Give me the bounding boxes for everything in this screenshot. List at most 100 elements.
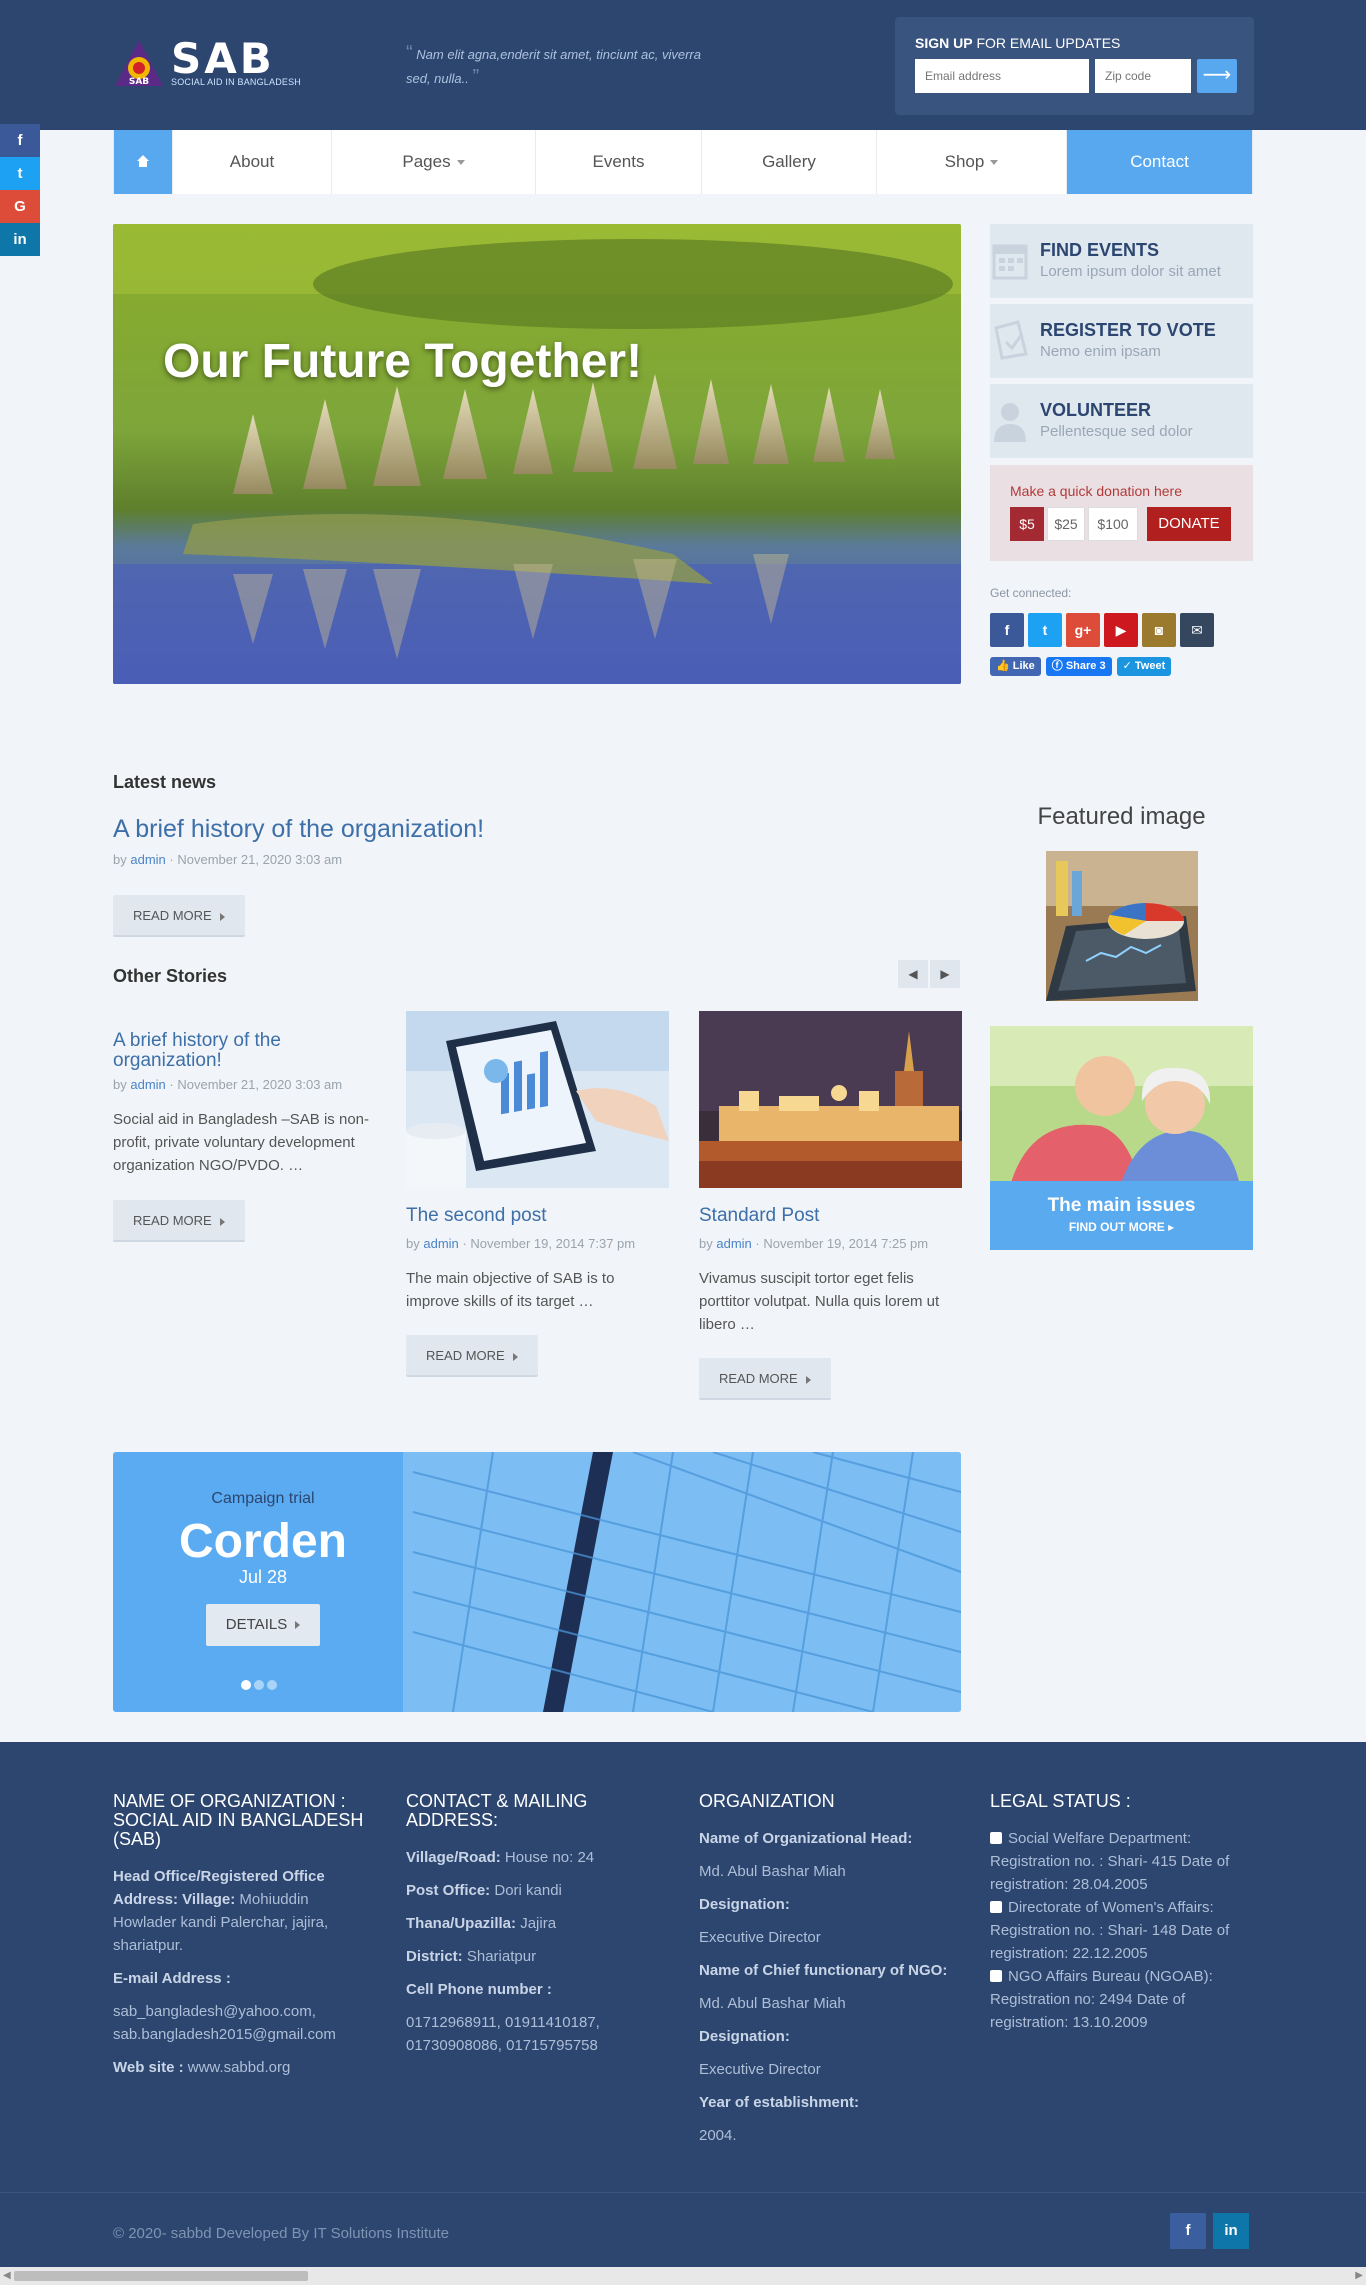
scroll-left-icon[interactable]: ◀ (3, 2270, 11, 2281)
latest-news-meta: by admin · November 21, 2020 3:03 am (113, 852, 342, 867)
donation-amount-25[interactable]: $25 (1047, 507, 1085, 541)
nav-pages-label: Pages (402, 152, 451, 171)
nav-events[interactable]: Events (536, 130, 702, 194)
footer-email-value[interactable]: sab_bangladesh@yahoo.com, sab.bangladesh… (113, 2000, 376, 2046)
find-out-more-label: FIND OUT MORE (1068, 1220, 1165, 1234)
story-title[interactable]: The second post (406, 1206, 669, 1226)
footer-district: District: Shariatpur (406, 1945, 669, 1968)
facebook-icon: ⓕ (1051, 660, 1066, 672)
other-stories-heading: Other Stories (113, 966, 228, 986)
stories-next-button[interactable]: ▶ (930, 960, 960, 988)
float-google-plus-button[interactable]: G (0, 190, 40, 223)
nav-pages[interactable]: Pages (332, 130, 536, 194)
float-linkedin-button[interactable]: in (0, 223, 40, 256)
slider-dot[interactable] (254, 1680, 264, 1690)
campaign-banner[interactable]: Campaign trial Corden Jul 28 DETAILS (113, 1452, 961, 1712)
story-image[interactable] (406, 1011, 669, 1188)
footer-facebook-button[interactable]: f (1170, 2213, 1206, 2249)
author-link[interactable]: admin (130, 1077, 165, 1092)
featured-image[interactable] (1046, 851, 1198, 1001)
footer-designation-value: Executive Director (699, 1929, 821, 1946)
find-out-more-link[interactable]: FIND OUT MORE ▸ (990, 1220, 1253, 1234)
hero-slider[interactable]: Our Future Together! (113, 224, 961, 684)
story-image[interactable] (699, 1011, 962, 1188)
widget-find-events[interactable]: FIND EVENTS Lorem ipsum dolor sit amet (990, 224, 1253, 298)
story-read-more-button[interactable]: READ MORE (406, 1335, 538, 1377)
home-icon (137, 155, 149, 167)
nav-contact[interactable]: Contact (1067, 130, 1252, 194)
google-plus-icon: G (14, 198, 26, 215)
tweet-button[interactable]: ✓ Tweet (1116, 657, 1172, 676)
story-excerpt: Social aid in Bangladesh –SAB is non-pro… (113, 1111, 369, 1174)
thana-label: Thana/Upazilla: (406, 1915, 517, 1932)
zip-code-input[interactable] (1095, 59, 1191, 93)
main-issues-card[interactable]: The main issues FIND OUT MORE ▸ (990, 1026, 1253, 1250)
youtube-icon: ▶ (1115, 622, 1127, 638)
get-connected-label: Get connected: (990, 586, 1072, 600)
scroll-right-icon[interactable]: ▶ (1355, 2270, 1363, 2281)
facebook-button[interactable]: f (990, 613, 1024, 647)
donate-button[interactable]: DONATE (1147, 507, 1231, 541)
legal-item: Directorate of Women's Affairs: Registra… (990, 1896, 1253, 1965)
caret-right-icon (805, 1375, 811, 1384)
story-title[interactable]: Standard Post (699, 1206, 962, 1226)
author-link[interactable]: admin (716, 1236, 751, 1251)
caret-right-icon (219, 1217, 225, 1226)
latest-read-more-button[interactable]: READ MORE (113, 895, 245, 937)
slider-dot[interactable] (241, 1680, 251, 1690)
scrollbar-thumb[interactable] (14, 2271, 308, 2281)
site-footer: NAME OF ORGANIZATION : SOCIAL AID IN BAN… (0, 1742, 1366, 2285)
story-read-more-button[interactable]: READ MORE (113, 1200, 245, 1242)
campaign-details-button[interactable]: DETAILS (205, 1604, 321, 1646)
email-button[interactable]: ✉ (1180, 613, 1214, 647)
meta-by: by (113, 852, 127, 867)
donation-amount-100[interactable]: $100 (1088, 507, 1138, 541)
slider-dot[interactable] (267, 1680, 277, 1690)
footer-heading: LEGAL STATUS : (990, 1791, 1131, 1811)
instagram-button[interactable]: ◙ (1142, 613, 1176, 647)
nav-shop[interactable]: Shop (877, 130, 1067, 194)
story-read-more-button[interactable]: READ MORE (699, 1358, 831, 1400)
web-value[interactable]: www.sabbd.org (184, 2059, 291, 2076)
widget-volunteer[interactable]: VOLUNTEER Pellentesque sed dolor (990, 384, 1253, 458)
nav-about[interactable]: About (173, 130, 332, 194)
stories-prev-button[interactable]: ◀ (898, 960, 928, 988)
story-meta: by admin · November 19, 2014 7:37 pm (406, 1236, 635, 1251)
campaign-name: Corden (179, 1515, 347, 1568)
legal-item: NGO Affairs Bureau (NGOAB): Registration… (990, 1965, 1253, 2034)
chevron-down-icon (456, 160, 465, 166)
footer-phone-value: 01712968911, 01911410187, 01730908086, 0… (406, 2014, 600, 2054)
latest-news-title[interactable]: A brief history of the organization! (113, 815, 484, 844)
horizontal-scrollbar[interactable]: ◀ ▶ (0, 2267, 1366, 2285)
campaign-date: Jul 28 (238, 1567, 288, 1587)
nav-home[interactable] (114, 130, 173, 194)
phone-label: Cell Phone number : (406, 1981, 552, 1998)
donation-amount-5[interactable]: $5 (1010, 507, 1044, 541)
quote-open-icon: “ (406, 42, 413, 64)
thana-value: Jajira (516, 1915, 557, 1932)
social-icons: f t g+ ▶ ◙ ✉ (990, 613, 1218, 647)
google-plus-button[interactable]: g+ (1066, 613, 1100, 647)
read-more-label: READ MORE (133, 1213, 212, 1228)
nav-gallery[interactable]: Gallery (702, 130, 877, 194)
top-header: SAB SAB SOCIAL AID IN BANGLADESH “ Nam e… (0, 0, 1366, 130)
site-logo[interactable]: SAB SAB SOCIAL AID IN BANGLADESH (113, 34, 301, 92)
footer-chief-label: Name of Chief functionary of NGO: (699, 1959, 962, 1982)
facebook-like-button[interactable]: 👍 Like (990, 657, 1041, 676)
hero-title: Our Future Together! (163, 335, 643, 388)
footer-linkedin-button[interactable]: in (1213, 2213, 1249, 2249)
float-twitter-button[interactable]: t (0, 157, 40, 190)
arrow-right-icon: ⟶ (1202, 64, 1232, 86)
author-link[interactable]: admin (423, 1236, 458, 1251)
email-input[interactable] (915, 59, 1089, 93)
widget-register-to-vote[interactable]: REGISTER TO VOTE Nemo enim ipsam (990, 304, 1253, 378)
facebook-share-button[interactable]: ⓕ Share 3 (1045, 657, 1112, 676)
youtube-button[interactable]: ▶ (1104, 613, 1138, 647)
quote-close-icon: ” (472, 66, 480, 88)
author-link[interactable]: admin (130, 852, 165, 867)
story-title[interactable]: A brief history of the organization! (113, 1031, 353, 1071)
twitter-button[interactable]: t (1028, 613, 1062, 647)
latest-news-heading: Latest news (113, 772, 217, 792)
signup-submit-button[interactable]: ⟶ (1197, 59, 1237, 93)
float-facebook-button[interactable]: f (0, 124, 40, 157)
